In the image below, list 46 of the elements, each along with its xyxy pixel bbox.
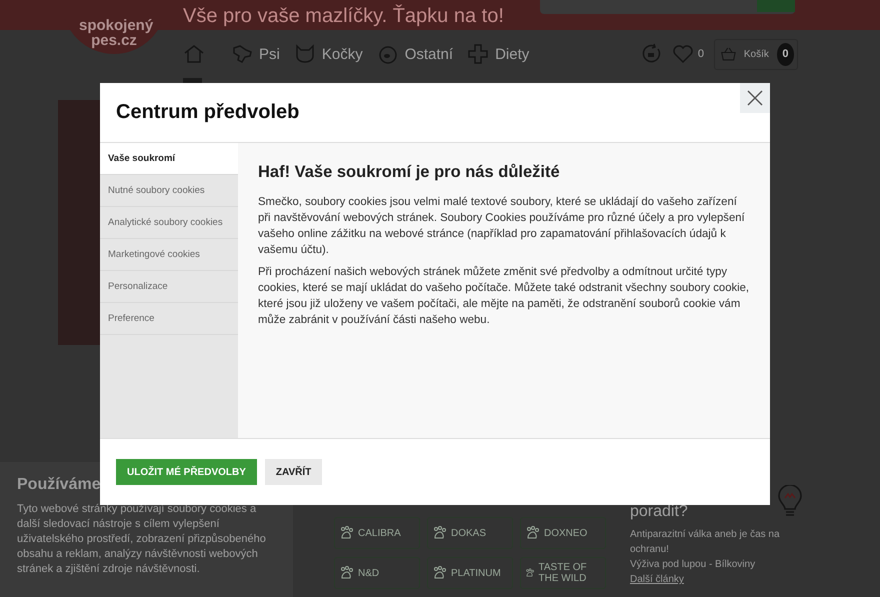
favorites-count: 0	[698, 48, 704, 60]
nav-link[interactable]: Psi	[231, 44, 280, 64]
cart-count: 0	[776, 42, 794, 66]
nav-link[interactable]: Diety	[467, 44, 530, 64]
paw-icon	[432, 526, 447, 540]
dialog-title: Centrum předvoleb	[116, 101, 300, 124]
brand-button[interactable]: DOKAS	[427, 517, 513, 549]
paragraph: Smečko, soubory cookies jsou velmi malé textové soubory, které se ukládají do vašeho zařízení při navštěvování webových stránek. Soubory Cookies používáme pro různé účely a pro vylepšení vašeho online zážitku na webové stránce (například pro zapamatování přihlašovacích údajů k vašemu účtu).	[258, 195, 746, 258]
brand-button[interactable]: CALIBRA	[334, 517, 420, 549]
dismiss-button[interactable]: ZAVŘÍT	[264, 459, 322, 485]
cart-button[interactable]: Košík 0	[714, 38, 798, 70]
heart-icon[interactable]	[672, 44, 694, 64]
basket-icon	[721, 45, 736, 63]
brand-button[interactable]: DOXNEO	[520, 517, 606, 549]
paw-icon	[339, 566, 354, 580]
cart-label: Košík	[744, 48, 769, 60]
section-heading: Haf! Vaše soukromí je pro nás důležité	[258, 163, 561, 182]
brand-button[interactable]: PLATINUM	[427, 557, 513, 589]
home-icon[interactable]	[183, 44, 205, 64]
fishbowl-icon	[376, 44, 399, 64]
more-articles-link[interactable]: Další články	[630, 572, 800, 587]
article-link[interactable]: Antiparazitní válka aneb je čas na ochranu!	[630, 527, 800, 557]
tagline: Vše pro vaše mazlíčky. Ťapku na to!	[183, 4, 505, 28]
refresh-basket-icon[interactable]	[640, 43, 662, 65]
article-link[interactable]: Výživa pod lupou - Bílkoviny	[630, 557, 800, 572]
close-icon	[747, 90, 763, 106]
category-tab[interactable]: Vaše soukromí	[100, 143, 238, 175]
advice-heading: poradit?	[630, 503, 689, 521]
banner-text: Tyto webové stránky používají soubory cookies a další sledovací nástroje s cílem vylepšení uživatelského prostředí, zobrazení přizpůsobeného obsahu a reklam, analýzy návštěvnosti webových stránek a zjištění zdroje návštěvnosti.	[17, 502, 267, 577]
search-field[interactable]	[540, 0, 795, 14]
brand-button[interactable]: N&D	[334, 557, 420, 589]
nav-link[interactable]: Kočky	[294, 44, 363, 64]
dog-icon	[231, 44, 253, 64]
search-button[interactable]	[757, 0, 795, 12]
nav-link[interactable]: Ostatní	[376, 44, 454, 64]
close-button[interactable]	[740, 83, 770, 113]
paw-icon	[339, 526, 354, 540]
brand-button[interactable]: TASTE OF THE WILD	[520, 557, 606, 589]
paw-icon	[432, 566, 447, 580]
cross-icon	[467, 44, 490, 64]
save-button[interactable]: ULOŽIT MÉ PŘEDVOLBY	[116, 459, 257, 485]
cat-icon	[294, 44, 316, 64]
paragraph: Při procházení našich webových stránek můžete změnit své předvolby a odmítnout určité typy cookies, které se mají ukládat do vašeho počítače. Můžete také odstranit všechny soubory cookie, které jsou již uloženy ve vašem počítači, ale mějte na paměti, že odstranění souborů cookie vám může zabránit v používání části našeho webu.	[258, 264, 750, 328]
paw-icon	[525, 526, 540, 540]
lightbulb-icon	[777, 485, 803, 519]
banner-title: Používáme	[17, 476, 102, 494]
